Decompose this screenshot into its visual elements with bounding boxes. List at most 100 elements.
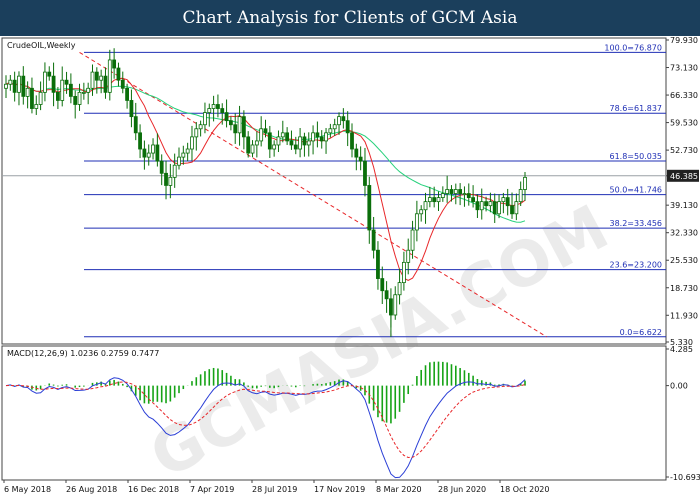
candle-body	[203, 112, 207, 126]
candle-body	[298, 136, 303, 150]
candle-body	[315, 132, 320, 138]
candle-body	[328, 128, 333, 134]
candle-body	[458, 189, 463, 194]
candle-body	[21, 75, 26, 97]
candle-body	[427, 197, 432, 203]
candle-body	[68, 83, 73, 97]
candle-body	[81, 91, 86, 94]
x-axis-label: 7 Apr 2019	[190, 485, 234, 494]
candle-body	[237, 116, 242, 134]
candle-body	[406, 249, 411, 263]
candle-body	[94, 71, 99, 81]
fib-label: 50.0=41.746	[609, 186, 662, 195]
candle-body	[367, 185, 372, 231]
candle-body	[354, 148, 359, 158]
candle-body	[99, 75, 104, 81]
candle-body	[263, 128, 268, 134]
candle-body	[51, 75, 56, 93]
candle-body	[484, 201, 488, 207]
candle-body	[224, 112, 229, 122]
candle-body	[510, 205, 514, 215]
candle-body	[445, 189, 450, 194]
price-axis-label: 18.730	[670, 284, 698, 293]
candle-body	[505, 197, 510, 207]
candle-body	[211, 104, 216, 109]
candle-body	[168, 176, 173, 186]
candle-body	[471, 197, 476, 203]
candle-body	[324, 132, 328, 142]
candle-body	[254, 140, 259, 146]
candle-body	[246, 136, 251, 154]
fib-label: 100.0=76.870	[604, 43, 662, 52]
candle-body	[181, 152, 186, 158]
candle-body	[112, 59, 117, 69]
x-axis-label: 28 Jul 2019	[252, 485, 297, 494]
candle-body	[64, 79, 69, 85]
candle-body	[56, 91, 60, 101]
candle-body	[276, 136, 281, 146]
candle-body	[116, 67, 121, 81]
candle-body	[436, 197, 441, 203]
chart-header: Chart Analysis for Clients of GCM Asia	[0, 0, 700, 36]
candle-body	[146, 152, 151, 158]
candle-body	[397, 282, 402, 296]
candle-body	[73, 95, 78, 105]
x-axis-label: 28 Jun 2020	[438, 485, 486, 494]
candle-body	[337, 116, 341, 126]
candle-body	[4, 83, 8, 89]
candle-body	[38, 91, 43, 105]
candle-body	[250, 144, 255, 154]
candle-body	[103, 75, 108, 93]
candle-body	[267, 132, 272, 150]
candle-body	[341, 116, 346, 122]
candle-body	[345, 120, 350, 134]
candle-body	[25, 87, 30, 97]
candle-body	[371, 229, 376, 251]
candle-body	[60, 79, 65, 101]
candle-body	[363, 160, 367, 186]
fib-label: 61.8=50.035	[609, 152, 662, 161]
header-title: Chart Analysis for Clients of GCM Asia	[182, 8, 518, 28]
macd-axis-label: 4.285	[670, 345, 693, 354]
macd-chart-title: MACD(12,26,9) 1.0236 0.2759 0.7477	[7, 349, 159, 358]
macd-axis-label: -10.693	[670, 473, 700, 482]
candle-body	[311, 132, 315, 142]
candle-body	[289, 140, 294, 146]
candle-body	[90, 71, 95, 89]
candle-body	[285, 132, 290, 142]
candle-body	[34, 104, 39, 109]
fib-label: 23.6=23.200	[609, 261, 662, 270]
x-axis-label: 8 Mar 2020	[376, 485, 422, 494]
price-axis-label: 79.930	[670, 36, 698, 45]
macd-axis-label: 0.00	[670, 382, 688, 391]
price-axis-label: 59.530	[670, 119, 698, 128]
candle-body	[358, 156, 363, 162]
candle-body	[497, 201, 501, 215]
fib-label: 38.2=33.456	[609, 219, 662, 228]
candle-body	[220, 108, 225, 113]
candle-body	[401, 261, 406, 284]
candle-body	[488, 201, 493, 207]
candle-body	[280, 132, 285, 138]
macd-axis: 4.285 0.00 -10.693	[666, 345, 700, 482]
candle-body	[332, 124, 337, 130]
x-axis-label: 6 May 2018	[4, 485, 51, 494]
candle-body	[164, 172, 168, 186]
candle-body	[107, 59, 112, 93]
candle-body	[319, 136, 324, 142]
candle-body	[177, 156, 181, 166]
candle-body	[479, 201, 484, 211]
candle-body	[492, 201, 497, 215]
candle-body	[190, 136, 194, 150]
candle-body	[410, 229, 415, 251]
candle-body	[272, 144, 277, 150]
candle-body	[462, 193, 467, 195]
candle-body	[302, 136, 307, 146]
candle-body	[376, 249, 380, 279]
candle-body	[198, 124, 203, 130]
candle-body	[233, 124, 238, 134]
x-axis: 6 May 2018 26 Aug 2018 16 Dec 2018 7 Apr 20…	[3, 480, 549, 494]
candle-body	[293, 144, 298, 150]
candle-body	[207, 108, 212, 113]
candle-body	[194, 128, 199, 138]
